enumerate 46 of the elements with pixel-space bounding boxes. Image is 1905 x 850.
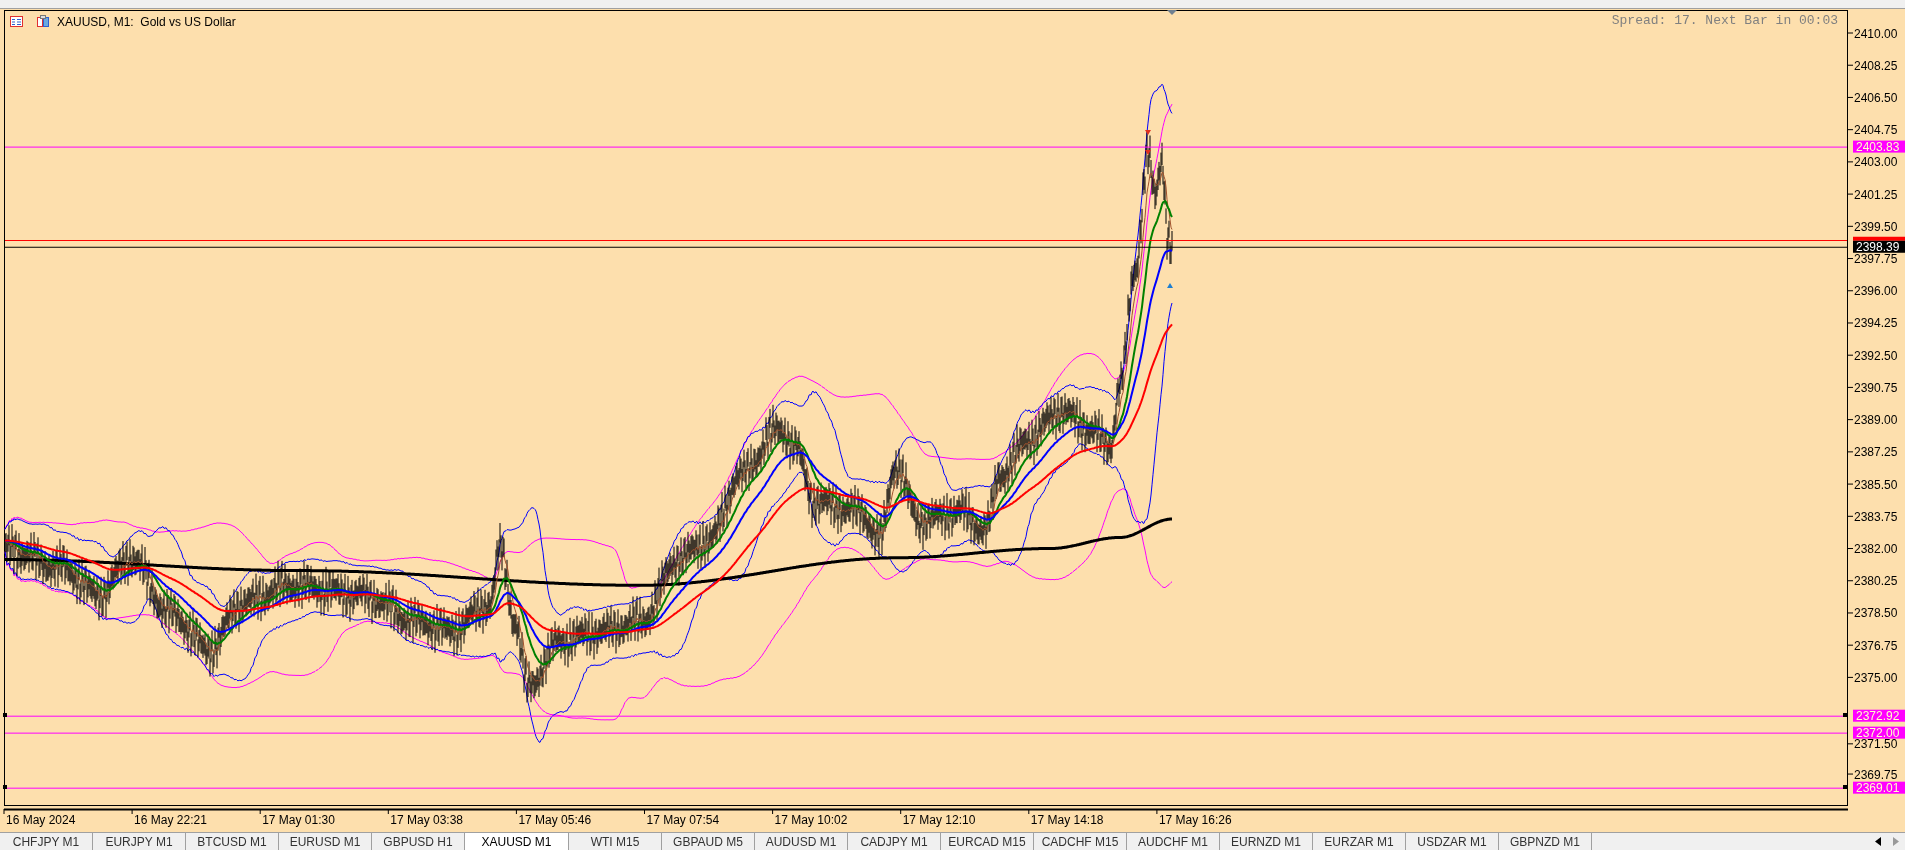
- buy-arrow-icon: [1167, 283, 1173, 288]
- price-axis-label: 2394.25: [1854, 316, 1898, 331]
- price-axis-label: 2403.00: [1854, 155, 1898, 170]
- time-axis-label: 17 May 12:10: [902, 813, 976, 827]
- price-axis-label: 2406.50: [1854, 90, 1898, 105]
- price-axis-label: 2408.25: [1854, 58, 1898, 73]
- price-tag: 2403.83: [1853, 140, 1905, 155]
- template-icon[interactable]: [37, 15, 49, 27]
- price-tag: 2369.01: [1853, 781, 1905, 796]
- time-axis-label: 16 May 2024: [6, 813, 76, 827]
- ask-price-marker: [1853, 236, 1905, 241]
- price-axis-label: 2410.00: [1854, 26, 1898, 41]
- price-axis-label: 2396.00: [1854, 284, 1898, 299]
- price-axis-label: 2387.25: [1854, 445, 1898, 460]
- time-axis-label: 17 May 05:46: [518, 813, 592, 827]
- time-axis-label: 17 May 14:18: [1030, 813, 1104, 827]
- list-icon[interactable]: [10, 16, 23, 27]
- price-axis-label: 2376.75: [1854, 638, 1898, 653]
- time-axis-label: 17 May 16:26: [1158, 813, 1232, 827]
- price-axis-label: 2397.75: [1854, 252, 1898, 267]
- price-axis-label: 2401.25: [1854, 187, 1898, 202]
- price-axis-label: 2369.75: [1854, 767, 1898, 782]
- spread-info-text: Spread: 17. Next Bar in 00:03: [1611, 13, 1838, 28]
- price-axis-label: 2389.00: [1854, 413, 1898, 428]
- price-axis-label: 2404.75: [1854, 123, 1898, 138]
- time-axis-label: 17 May 10:02: [774, 813, 848, 827]
- time-axis-label: 16 May 22:21: [134, 813, 207, 827]
- chart-title: XAUUSD, M1: Gold vs US Dollar: [57, 15, 236, 29]
- price-axis-label: 2390.75: [1854, 380, 1898, 395]
- scroll-left-icon[interactable]: [1875, 837, 1881, 846]
- price-tag: 2372.92: [1853, 709, 1905, 724]
- price-axis-label: 2385.50: [1854, 477, 1898, 492]
- price-axis-label: 2378.50: [1854, 606, 1898, 621]
- time-axis-label: 17 May 03:38: [390, 813, 463, 827]
- price-axis-label: 2380.25: [1854, 574, 1898, 589]
- chart-shift-marker-icon: [1167, 10, 1177, 15]
- price-axis-label: 2392.50: [1854, 348, 1898, 363]
- sell-arrow-icon: [1145, 130, 1151, 155]
- time-axis-label: 17 May 07:54: [646, 813, 720, 827]
- time-axis-label: 17 May 01:30: [262, 813, 335, 827]
- price-axis-label: 2375.00: [1854, 670, 1898, 685]
- price-axis-label: 2399.50: [1854, 219, 1898, 234]
- price-axis-label: 2383.75: [1854, 509, 1898, 524]
- scroll-right-icon[interactable]: [1893, 837, 1899, 846]
- price-axis-label: 2382.00: [1854, 542, 1898, 556]
- chart-tab[interactable]: XAUUSD M1: [465, 833, 569, 850]
